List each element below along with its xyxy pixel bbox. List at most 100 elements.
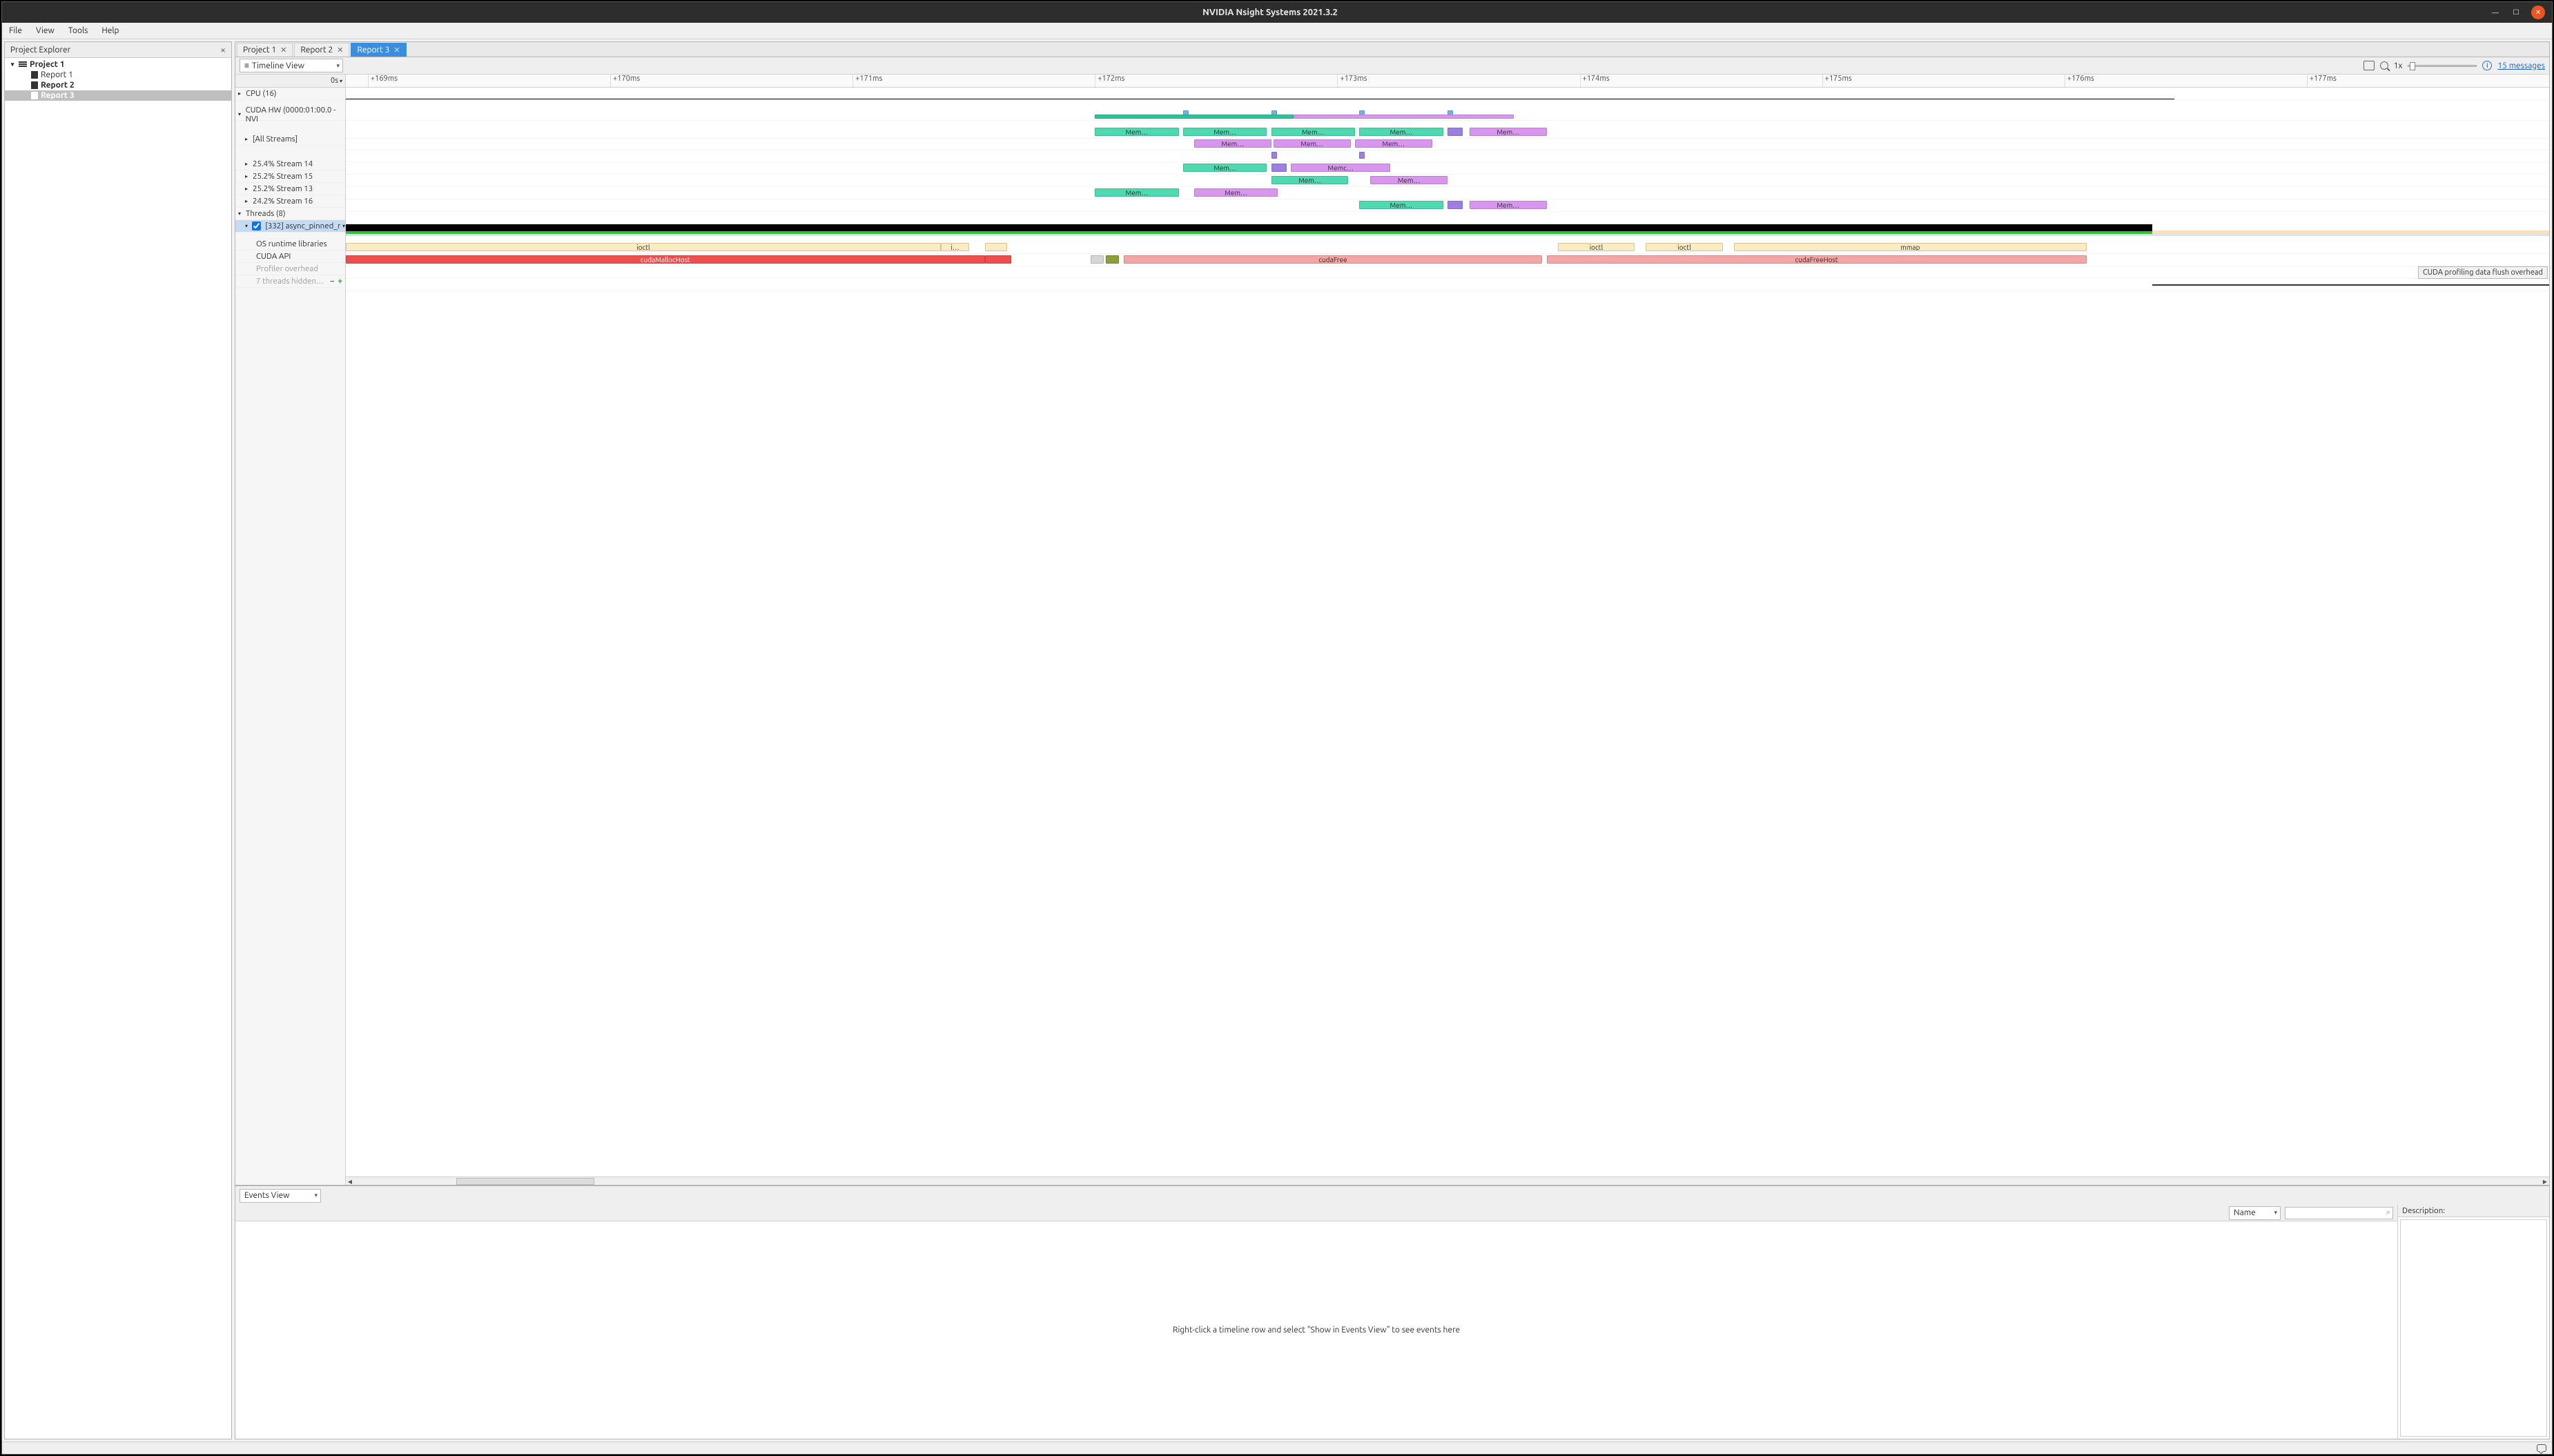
mem-block[interactable]: Mem… — [1359, 128, 1443, 136]
ioctl-block[interactable]: ioctl — [1646, 243, 1723, 251]
row-cuda-api[interactable]: CUDA API — [235, 250, 345, 263]
mem-block[interactable]: Mem… — [1183, 128, 1267, 136]
timeline[interactable]: 0s ▸CPU (16) ▾CUDA HW (0000:01:00.0 - NV… — [235, 75, 2550, 1186]
mem-block[interactable] — [1271, 164, 1287, 172]
cuda-free-host-block[interactable]: cudaFreeHost — [1547, 255, 2087, 264]
row-stream-15[interactable]: ▸25.2% Stream 15 — [235, 170, 345, 183]
chevron-down-icon[interactable]: ▾ — [9, 61, 16, 68]
ioctl-block[interactable]: i… — [941, 243, 969, 251]
cuda-malloc-host-block[interactable]: cudaMallocHost — [346, 255, 985, 264]
row-threads[interactable]: ▾Threads (8) — [235, 208, 345, 220]
row-threads-hidden[interactable]: 7 threads hidden… − + — [235, 275, 345, 288]
report-item-2[interactable]: Report 2 — [5, 80, 231, 90]
scrollbar-thumb[interactable] — [456, 1178, 594, 1185]
tab-bar: Project 1 ✕ Report 2 ✕ Report 3 ✕ — [235, 41, 2550, 57]
mem-block[interactable]: Mem… — [1470, 201, 1547, 209]
messages-link[interactable]: 15 messages — [2497, 61, 2545, 70]
status-bar — [2, 1442, 2552, 1454]
ioctl-block[interactable]: ioctl — [346, 243, 941, 251]
row-cuda-hw[interactable]: ▾CUDA HW (0000:01:00.0 - NVI — [235, 108, 345, 121]
mem-block[interactable]: Mem… — [1274, 139, 1351, 148]
dropdown-label: Name — [2234, 1208, 2256, 1217]
row-thread-332[interactable]: ▾ [332] async_pinned_me ▾ — [235, 220, 345, 233]
flush-overhead-box: CUDA profiling data flush overhead — [2418, 266, 2548, 279]
mem-block[interactable] — [1447, 128, 1463, 136]
dropdown-label: Timeline View — [252, 61, 304, 70]
timeline-ruler[interactable]: +169ms +170ms +171ms +172ms +173ms +174m… — [346, 75, 2549, 88]
row-cpu[interactable]: ▸CPU (16) — [235, 88, 345, 100]
report-item-1[interactable]: Report 1 — [5, 70, 231, 80]
row-stream-14[interactable]: ▸25.4% Stream 14 — [235, 158, 345, 170]
info-icon[interactable] — [2482, 61, 2492, 70]
events-panel: Name Right-click a timeline row and sele… — [235, 1205, 2550, 1439]
zoom-label: 1x — [2394, 61, 2403, 70]
scroll-right-icon[interactable]: ▶ — [2541, 1177, 2549, 1185]
ioctl-block[interactable] — [985, 243, 1007, 251]
mem-block[interactable]: Mem… — [1355, 139, 1432, 148]
row-stream-13[interactable]: ▸25.2% Stream 13 — [235, 183, 345, 195]
minus-icon[interactable]: − — [330, 277, 335, 286]
mem-block[interactable]: Mem… — [1095, 128, 1178, 136]
cuda-api-block[interactable] — [1106, 255, 1119, 264]
mem-block[interactable]: Mem… — [1095, 188, 1178, 197]
menu-file[interactable]: File — [6, 25, 25, 37]
report-label: Report 1 — [41, 70, 73, 79]
row-all-streams[interactable]: ▸[All Streams] — [235, 133, 345, 146]
tab-close-icon[interactable]: ✕ — [337, 46, 343, 55]
events-search-input[interactable] — [2285, 1207, 2393, 1219]
description-area — [2400, 1219, 2547, 1437]
magnify-icon[interactable] — [2380, 61, 2388, 70]
tab-close-icon[interactable]: ✕ — [280, 46, 286, 55]
report-item-3[interactable]: Report 3 — [5, 90, 231, 101]
tab-project-1[interactable]: Project 1 ✕ — [237, 43, 293, 57]
project-root[interactable]: ▾ Project 1 — [5, 59, 231, 70]
timeline-row-labels: 0s ▸CPU (16) ▾CUDA HW (0000:01:00.0 - NV… — [235, 75, 346, 1185]
menu-tools[interactable]: Tools — [66, 25, 91, 37]
mem-block[interactable]: Mem… — [1271, 128, 1355, 136]
keyboard-icon[interactable] — [2363, 61, 2375, 70]
row-os-runtime[interactable]: OS runtime libraries — [235, 238, 345, 250]
mem-block[interactable]: Mem… — [1470, 128, 1547, 136]
chat-bubble-icon[interactable] — [2537, 1444, 2546, 1452]
mem-block[interactable]: Mem… — [1183, 164, 1267, 172]
cuda-api-block[interactable] — [985, 255, 1011, 264]
timeline-tracks[interactable]: Mem… Mem… Mem… Mem… Mem… Mem… Mem… Mem… — [346, 88, 2549, 1177]
document-icon — [31, 92, 38, 99]
cuda-api-block[interactable] — [1091, 255, 1104, 264]
timeline-origin[interactable]: 0s — [235, 75, 345, 88]
explorer-title: Project Explorer — [10, 46, 70, 55]
timeline-view-dropdown[interactable]: Timeline View — [240, 59, 343, 72]
menu-help[interactable]: Help — [99, 25, 121, 37]
project-explorer: Project Explorer × ▾ Project 1 Report 1 … — [4, 41, 232, 1439]
dropdown-label: Events View — [244, 1191, 289, 1200]
thread-checkbox[interactable] — [252, 222, 261, 230]
close-button[interactable] — [2531, 6, 2545, 19]
mem-block[interactable]: Mem… — [1370, 176, 1447, 184]
tab-close-icon[interactable]: ✕ — [393, 46, 400, 55]
events-view-dropdown[interactable]: Events View — [240, 1189, 321, 1203]
mem-block[interactable]: Mem… — [1271, 176, 1349, 184]
zoom-slider[interactable] — [2408, 65, 2477, 67]
cuda-free-block[interactable]: cudaFree — [1124, 255, 1542, 264]
plus-icon[interactable]: + — [338, 277, 343, 286]
mem-block[interactable]: Mem… — [1194, 139, 1271, 148]
ioctl-block[interactable]: ioctl — [1558, 243, 1635, 251]
horizontal-scrollbar[interactable]: ◀ ▶ — [346, 1177, 2549, 1185]
mem-block[interactable]: Mem… — [1359, 201, 1443, 209]
tab-report-2[interactable]: Report 2 ✕ — [294, 43, 349, 57]
scroll-left-icon[interactable]: ◀ — [346, 1177, 354, 1185]
explorer-close-icon[interactable]: × — [220, 44, 226, 55]
minimize-button[interactable] — [2490, 7, 2501, 18]
events-filter-dropdown[interactable]: Name — [2229, 1206, 2281, 1220]
tab-label: Project 1 — [243, 46, 276, 55]
row-stream-16[interactable]: ▸24.2% Stream 16 — [235, 195, 345, 208]
row-profiler-overhead[interactable]: Profiler overhead — [235, 263, 345, 275]
tab-report-3[interactable]: Report 3 ✕ — [351, 43, 406, 57]
mem-block[interactable] — [1447, 201, 1463, 209]
mmap-block[interactable]: mmap — [1734, 243, 2087, 251]
memc-block[interactable]: Memc… — [1291, 164, 1390, 172]
menu-view[interactable]: View — [33, 25, 57, 37]
tab-label: Report 2 — [300, 46, 333, 55]
maximize-button[interactable] — [2511, 7, 2522, 18]
mem-block[interactable]: Mem… — [1194, 188, 1278, 197]
